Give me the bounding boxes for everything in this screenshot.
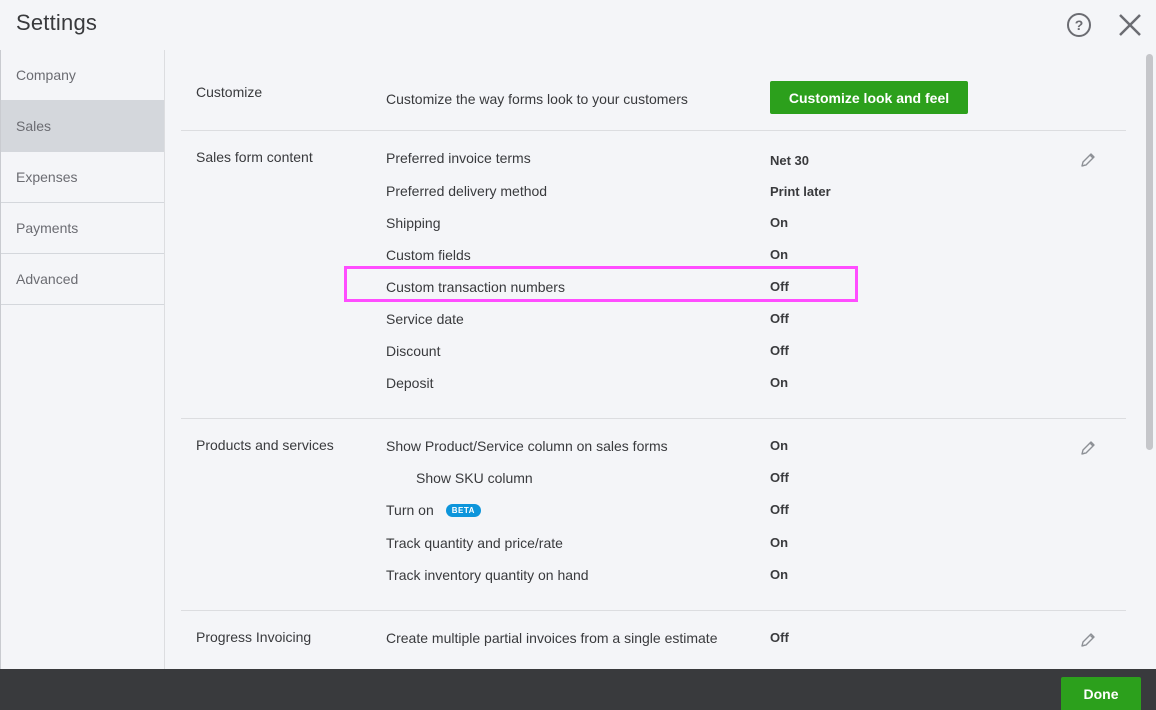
content-scrollbar[interactable] <box>1143 50 1156 669</box>
row-label: Service date <box>386 311 464 327</box>
row-value: Off <box>770 502 789 517</box>
row-label: Custom transaction numbers <box>386 279 565 295</box>
row-label: Show Product/Service column on sales for… <box>386 438 668 454</box>
sidebar-item-advanced[interactable]: Advanced <box>1 254 164 305</box>
row-label: Deposit <box>386 375 434 391</box>
row-label: Track quantity and price/rate <box>386 535 563 551</box>
customize-look-and-feel-button[interactable]: Customize look and feel <box>770 81 968 114</box>
pencil-icon[interactable] <box>1078 150 1098 170</box>
section-products-and-services[interactable]: Products and services Show Product/Servi… <box>181 419 1126 611</box>
close-icon[interactable] <box>1117 12 1143 38</box>
row-value: On <box>770 567 789 582</box>
row-label: Discount <box>386 343 441 359</box>
sidebar-item-payments[interactable]: Payments <box>1 203 164 254</box>
row-label: Custom fields <box>386 247 471 263</box>
row-value: Print later <box>770 184 831 199</box>
section-label: Sales form content <box>196 149 313 165</box>
section-progress-invoicing[interactable]: Progress Invoicing Create multiple parti… <box>181 611 1126 669</box>
done-button[interactable]: Done <box>1061 677 1141 710</box>
section-customize[interactable]: Customize Customize the way forms look t… <box>181 50 1126 131</box>
customize-description: Customize the way forms look to your cus… <box>386 91 688 107</box>
row-value: Off <box>770 279 789 294</box>
sidebar-item-company[interactable]: Company <box>1 50 164 101</box>
sidebar-item-expenses[interactable]: Expenses <box>1 152 164 203</box>
row-value: Net 30 <box>770 153 810 168</box>
row-value: On <box>770 375 789 390</box>
row-label: Create multiple partial invoices from a … <box>386 630 718 646</box>
pencil-icon[interactable] <box>1078 630 1098 650</box>
row-label-text: Turn on <box>386 502 434 518</box>
section-sales-form-content[interactable]: Sales form content Preferred invoice ter… <box>181 131 1126 419</box>
row-value: On <box>770 215 789 230</box>
row-value: On <box>770 247 789 262</box>
row-value: Off <box>770 470 789 485</box>
row-label: Track inventory quantity on hand <box>386 567 589 583</box>
beta-badge: BETA <box>445 504 481 517</box>
sales-settings-content: Customize Customize the way forms look t… <box>166 50 1143 669</box>
section-label: Customize <box>196 84 263 100</box>
settings-header: Settings ? <box>0 0 1156 50</box>
section-label: Progress Invoicing <box>196 629 312 645</box>
sidebar-item-sales[interactable]: Sales <box>1 101 164 152</box>
row-value: Off <box>770 343 789 358</box>
help-circle-icon[interactable]: ? <box>1066 12 1092 38</box>
row-label: Shipping <box>386 215 441 231</box>
page-title: Settings <box>16 10 98 35</box>
svg-text:?: ? <box>1075 17 1084 33</box>
row-value: On <box>770 438 789 453</box>
row-value: Off <box>770 630 789 645</box>
row-label: Preferred delivery method <box>386 183 548 199</box>
row-value: Off <box>770 311 789 326</box>
settings-footer: Done <box>0 669 1156 710</box>
row-label: Preferred invoice terms <box>386 150 531 166</box>
settings-sidebar: Company Sales Expenses Payments Advanced <box>0 50 165 669</box>
scrollbar-thumb[interactable] <box>1146 54 1153 450</box>
section-label: Products and services <box>196 437 334 453</box>
row-value: On <box>770 535 789 550</box>
row-label: Show SKU column <box>416 470 533 486</box>
row-label-with-badge: Turn on BETA <box>386 502 481 518</box>
pencil-icon[interactable] <box>1078 438 1098 458</box>
